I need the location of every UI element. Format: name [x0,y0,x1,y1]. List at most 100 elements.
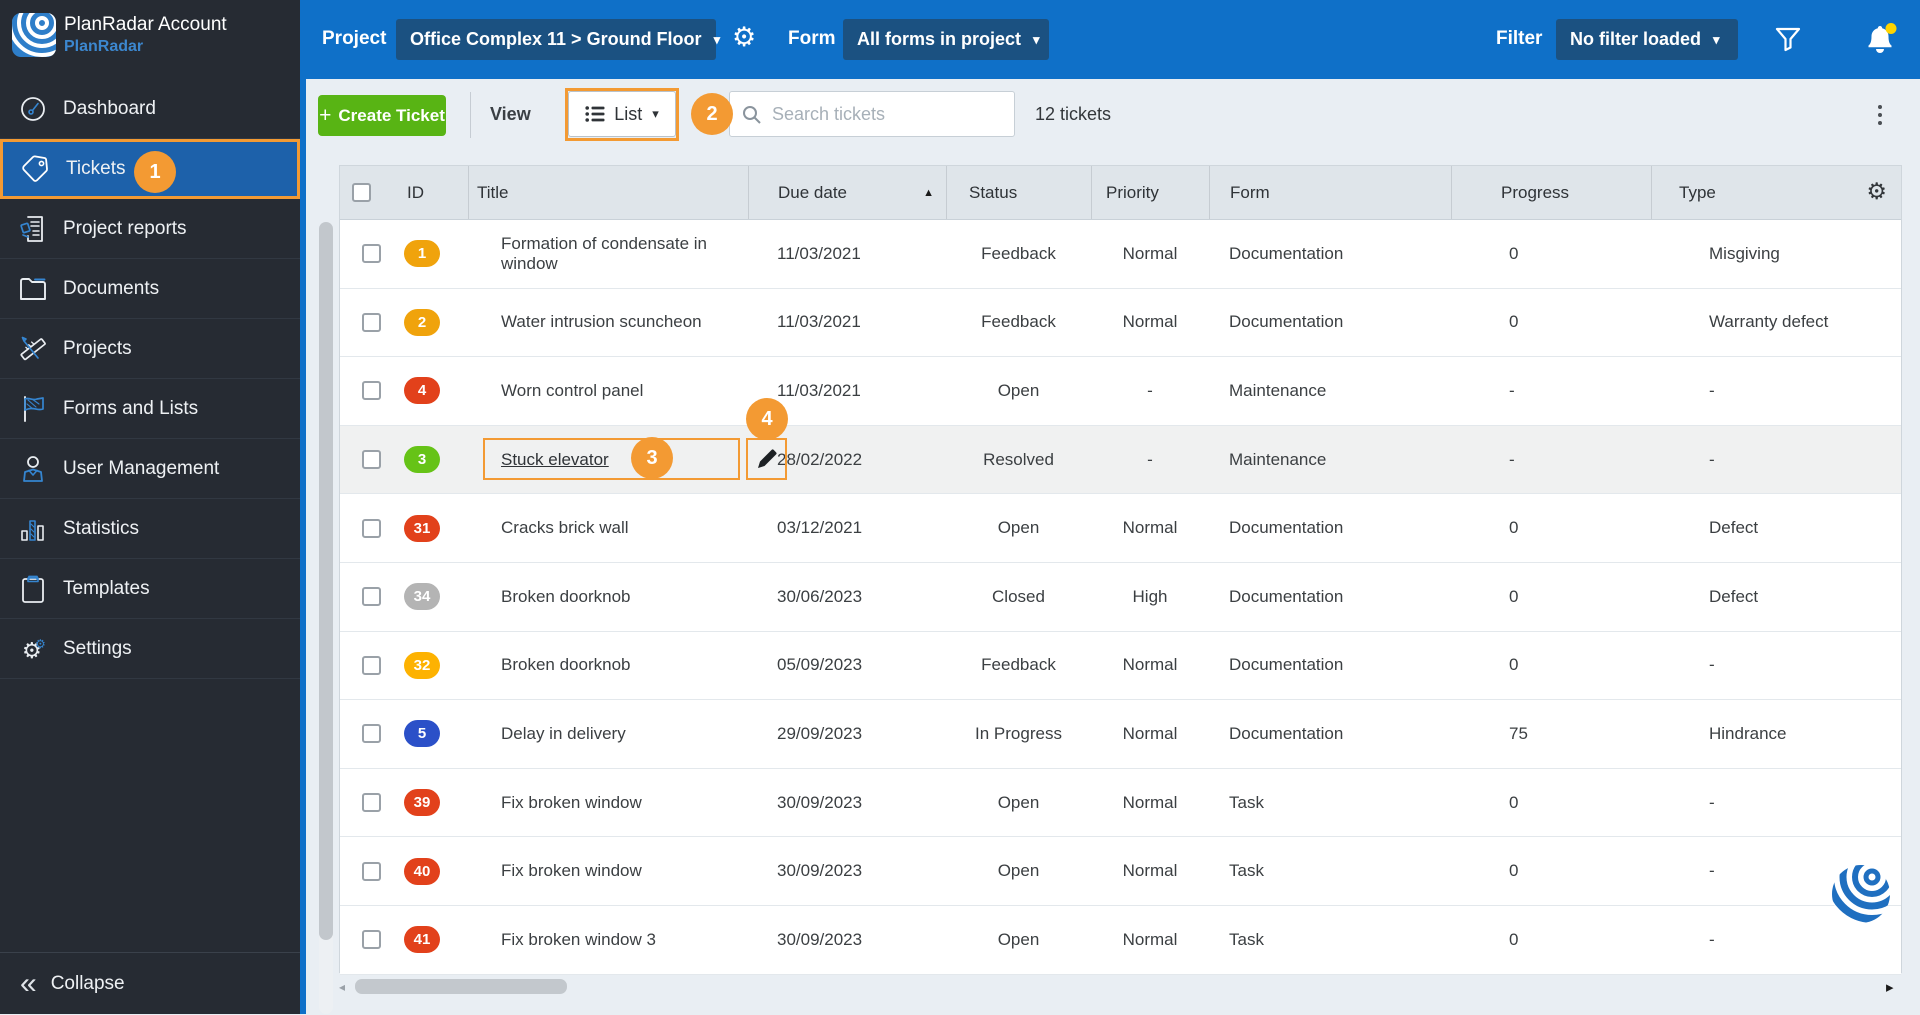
account-title: PlanRadar Account [64,14,227,35]
ticket-due-date: 11/03/2021 [777,312,861,332]
sidebar-item-documents[interactable]: Documents [0,259,300,319]
chevron-down-icon: ▾ [1033,31,1040,47]
column-header-form[interactable]: Form [1209,166,1451,219]
column-header-title[interactable]: Title [468,166,748,219]
account-header[interactable]: PlanRadar Account PlanRadar [0,0,300,79]
ticket-type: - [1709,380,1715,400]
row-checkbox[interactable] [362,655,381,675]
ticket-type: Hindrance [1709,723,1787,743]
gauge-icon [18,94,48,124]
ticket-title[interactable]: Broken doorknob [501,587,630,607]
sidebar-item-tickets[interactable]: Tickets 1 [0,139,300,199]
ticket-status: Resolved [983,449,1054,469]
table-row[interactable]: 41 Fix broken window 3 30/09/2023 Open N… [340,905,1901,975]
horizontal-scrollbar[interactable]: ◂ ▸ [339,978,1902,998]
project-settings-gear-icon[interactable]: ⚙ [732,24,756,51]
ticket-title[interactable]: Cracks brick wall [501,518,629,538]
table-body: 1 Formation of condensate in window 11/0… [340,220,1901,975]
collapse-chevrons-icon: « [20,967,37,1000]
ticket-title[interactable]: Broken doorknob [501,655,630,675]
table-row[interactable]: 32 Broken doorknob 05/09/2023 Feedback N… [340,631,1901,701]
table-row[interactable]: 4 Worn control panel 11/03/2021 Open - M… [340,357,1901,426]
scroll-left-arrow-icon[interactable]: ◂ [339,980,345,994]
ticket-status: Closed [992,586,1045,606]
ticket-priority: Normal [1122,655,1178,675]
column-header-progress[interactable]: Progress [1451,166,1651,219]
flag-icon [18,394,48,424]
vertical-scrollbar-thumb[interactable] [319,222,333,940]
sidebar-item-forms-and-lists[interactable]: Forms and Lists [0,379,300,439]
chevron-down-icon: ▾ [713,31,721,47]
table-row[interactable]: 5 Delay in delivery 29/09/2023 In Progre… [340,700,1901,769]
ticket-id-badge: 31 [404,514,440,542]
table-row[interactable]: 2 Water intrusion scuncheon 11/03/2021 F… [340,288,1901,358]
sidebar-menu: Dashboard Tickets 1 Project reports Docu… [0,79,300,679]
row-checkbox[interactable] [362,861,381,881]
row-checkbox[interactable] [362,793,381,813]
ticket-title[interactable]: Fix broken window [501,793,642,813]
ticket-title[interactable]: Formation of condensate in window [501,234,748,274]
create-ticket-button[interactable]: + Create Ticket [318,95,446,136]
ticket-priority: - [1147,380,1153,400]
table-row[interactable]: 34 Broken doorknob 30/06/2023 Closed Hig… [340,562,1901,632]
sidebar-item-project-reports[interactable]: Project reports [0,199,300,259]
form-selector[interactable]: All forms in project ▾ [843,19,1049,60]
row-checkbox[interactable] [362,381,381,401]
view-mode-dropdown[interactable]: List ▾ [568,91,676,137]
notifications-bell-icon[interactable] [1861,22,1897,61]
sidebar-item-projects[interactable]: Projects [0,319,300,379]
search-input[interactable] [770,102,1004,126]
column-header-priority[interactable]: Priority [1091,166,1209,219]
tag-icon [21,154,51,184]
column-header-id[interactable]: ID [398,166,468,219]
column-header-due-date[interactable]: Due date ▲ [748,166,946,219]
ticket-priority: Normal [1122,518,1178,538]
table-row[interactable]: 1 Formation of condensate in window 11/0… [340,220,1901,289]
toolbar-divider [470,92,471,138]
table-row[interactable]: 31 Cracks brick wall 03/12/2021 Open Nor… [340,494,1901,563]
horizontal-scrollbar-thumb[interactable] [355,979,567,994]
ticket-title[interactable]: Water intrusion scuncheon [501,312,702,332]
kebab-menu-icon[interactable] [1870,96,1890,134]
sidebar-item-templates[interactable]: Templates [0,559,300,619]
ticket-title[interactable]: Worn control panel [501,381,643,401]
ticket-title[interactable]: Stuck elevator [501,450,609,470]
edit-pencil-icon[interactable] [752,444,782,474]
sidebar-item-settings[interactable]: ⚙ ⚙ Settings [0,619,300,679]
column-header-status[interactable]: Status [946,166,1091,219]
ticket-title[interactable]: Fix broken window 3 [501,930,656,950]
scroll-right-arrow-icon[interactable]: ▸ [1886,978,1894,996]
table-row[interactable]: 40 Fix broken window 30/09/2023 Open Nor… [340,837,1901,906]
ticket-title[interactable]: Fix broken window [501,861,642,881]
sidebar-item-statistics[interactable]: Statistics [0,499,300,559]
table-row[interactable]: 3 Stuck elevator 28/02/2022 Resolved - M… [340,425,1901,495]
sidebar-item-dashboard[interactable]: Dashboard [0,79,300,139]
funnel-filter-icon[interactable] [1774,26,1802,57]
select-all-checkbox[interactable] [352,183,371,202]
ticket-status: Open [997,792,1040,812]
column-header-type[interactable]: Type [1651,166,1901,219]
column-settings-gear-icon[interactable]: ⚙ [1866,180,1887,203]
filter-selector[interactable]: No filter loaded ▾ [1556,19,1738,60]
collapse-label: Collapse [50,973,125,994]
row-checkbox[interactable] [362,518,381,538]
sidebar-accent-edge [300,0,306,1014]
ticket-priority: Normal [1122,243,1178,263]
annotation-step-3: 3 [631,437,673,479]
ticket-title[interactable]: Delay in delivery [501,724,626,744]
project-selector[interactable]: Office Complex 11 > Ground Floor ▾ [396,19,720,60]
vertical-scrollbar[interactable] [319,222,333,1014]
sidebar-item-label: Forms and Lists [63,397,199,419]
row-checkbox[interactable] [362,244,381,264]
row-checkbox[interactable] [362,312,381,332]
topbar: Project Office Complex 11 > Ground Floor… [306,0,1920,79]
table-row[interactable]: 39 Fix broken window 30/09/2023 Open Nor… [340,768,1901,838]
sidebar-item-user-management[interactable]: User Management [0,439,300,499]
row-checkbox[interactable] [362,930,381,950]
row-checkbox[interactable] [362,587,381,607]
row-checkbox[interactable] [362,724,381,744]
bar-chart-icon [18,514,48,544]
sidebar-collapse-button[interactable]: « Collapse [0,952,300,1015]
row-checkbox[interactable] [362,450,381,470]
gears-icon: ⚙ ⚙ [18,634,48,664]
